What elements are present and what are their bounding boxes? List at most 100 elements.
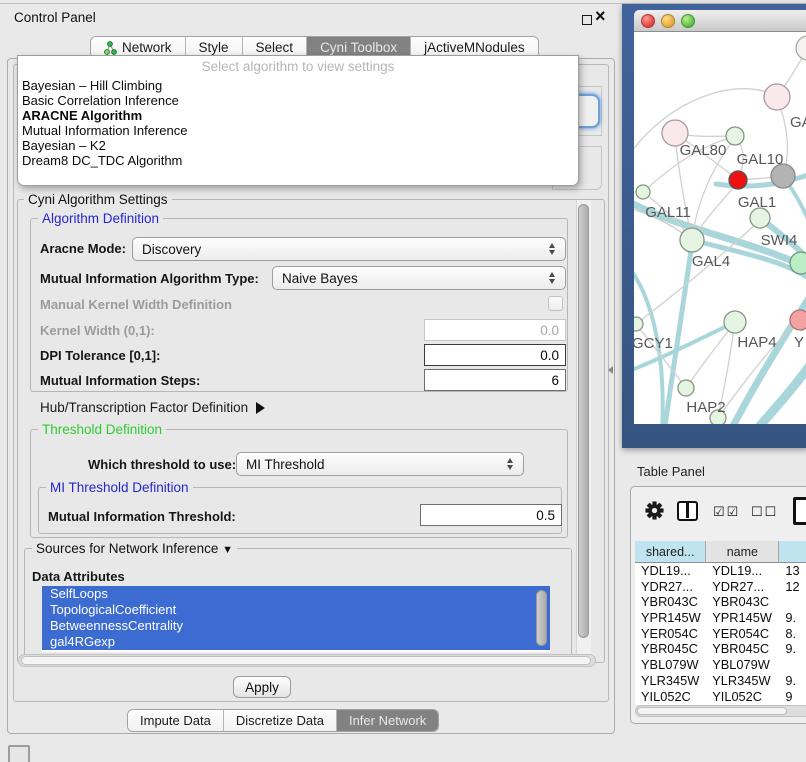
table-cell: YIL052C <box>706 689 779 705</box>
table-row[interactable]: YIL052CYIL052C9 <box>635 689 806 705</box>
collapsed-panel-icon[interactable] <box>8 745 30 762</box>
table-row[interactable]: YER054CYER054C8. <box>635 626 806 642</box>
table-row[interactable]: YBR045CYBR045C9. <box>635 641 806 657</box>
tab-label: Style <box>199 40 229 55</box>
network-window-titlebar[interactable] <box>634 10 806 32</box>
attribute-item-selfloops[interactable]: SelfLoops <box>42 586 550 602</box>
network-canvas[interactable]: GALGAL80GAL10GAL1GAL11SWI4GAL4GCY1HAP4YH… <box>634 32 806 424</box>
cyni-settings-group-title: Cyni Algorithm Settings <box>24 192 172 207</box>
hub-definition-section[interactable]: Hub/Transcription Factor Definition <box>40 400 265 415</box>
table-row[interactable]: YDL19...YDL19...13 <box>635 563 806 579</box>
column-header-shared[interactable]: shared... <box>635 541 706 563</box>
manual-kernel-width-checkbox[interactable] <box>548 296 563 311</box>
node-label-gal1: GAL1 <box>738 194 776 211</box>
node-label-gal80: GAL80 <box>680 142 727 159</box>
dpi-tolerance-field[interactable]: 0.0 <box>424 344 566 366</box>
swi4-node[interactable] <box>790 252 806 274</box>
tab-label: Network <box>122 40 172 55</box>
stepper-arrows-icon <box>502 458 518 470</box>
table-cell: YLR345W <box>635 673 706 689</box>
dpi-tolerance-label: DPI Tolerance [0,1]: <box>40 348 160 363</box>
aracne-mode-label: Aracne Mode: <box>40 241 126 256</box>
settings-horizontal-scrollbar-thumb[interactable] <box>21 656 591 665</box>
mi-algorithm-type-combobox[interactable]: Naive Bayes <box>272 266 566 290</box>
menu-item-bayesian-k2[interactable]: Bayesian – K2 <box>18 138 578 153</box>
which-threshold-label: Which threshold to use: <box>88 457 236 472</box>
table-cell: YBR045C <box>706 641 779 657</box>
kernel-width-field: 0.0 <box>424 319 566 341</box>
attributes-scrollbar-thumb[interactable] <box>536 590 547 646</box>
expand-right-icon[interactable] <box>256 402 265 414</box>
hide-columns-icon[interactable]: ☐☐ <box>751 504 778 520</box>
mi-algorithm-type-label: Mutual Information Algorithm Type: <box>40 271 259 286</box>
sources-group-title[interactable]: Sources for Network Inference ▼ <box>32 541 237 556</box>
node-label-gal4: GAL4 <box>692 253 730 270</box>
menu-item-mutual-information-inference[interactable]: Mutual Information Inference <box>18 123 578 138</box>
settings-vertical-scrollbar-thumb[interactable] <box>578 204 589 638</box>
close-traffic-light-icon[interactable] <box>641 14 655 28</box>
zoom-traffic-light-icon[interactable] <box>681 14 695 28</box>
split-table-icon[interactable] <box>677 501 698 521</box>
tab-infer-network[interactable]: Infer Network <box>336 710 438 731</box>
table-cell: YBR043C <box>635 594 706 610</box>
salmon-node[interactable] <box>790 310 806 330</box>
table-cell: YBL079W <box>706 657 779 673</box>
attribute-item-topologicalcoefficient[interactable]: TopologicalCoefficient <box>42 602 550 618</box>
table-body: YDL19...YDL19...13YDR27...YDR27...12YBR0… <box>635 563 806 705</box>
gcy1-node[interactable] <box>634 317 643 331</box>
table-row[interactable]: YLR345WYLR345W9. <box>635 673 806 689</box>
column-header-2[interactable] <box>779 541 806 563</box>
edge-top-node[interactable] <box>796 36 806 60</box>
table-row[interactable]: YBL079WYBL079W <box>635 657 806 673</box>
panel-collapse-arrow-icon[interactable] <box>608 366 613 374</box>
apply-button[interactable]: Apply <box>233 676 291 698</box>
menu-item-bayesian-hill-climbing[interactable]: Bayesian – Hill Climbing <box>18 78 578 93</box>
table-cell: YLR345W <box>706 673 779 689</box>
attribute-item-gal4rgexp[interactable]: gal4RGexp <box>42 634 550 650</box>
table-row[interactable]: YDR27...YDR27...12 <box>635 579 806 595</box>
hap2-node[interactable] <box>678 380 694 396</box>
hub-definition-label: Hub/Transcription Factor Definition <box>40 400 248 415</box>
aracne-mode-combobox[interactable]: Discovery <box>132 237 566 261</box>
tab-impute-data[interactable]: Impute Data <box>128 710 223 731</box>
menu-item-aracne-algorithm[interactable]: ARACNE Algorithm <box>18 108 578 123</box>
mi-algorithm-type-value: Naive Bayes <box>282 271 358 286</box>
table-row[interactable]: YBR043CYBR043C <box>635 594 806 610</box>
gal1-node[interactable] <box>750 208 770 228</box>
close-icon[interactable]: × <box>595 6 606 26</box>
data-attributes-label: Data Attributes <box>32 569 125 584</box>
gal10-node[interactable] <box>726 127 744 145</box>
stepper-arrows-icon <box>544 272 560 284</box>
menu-item-basic-correlation-inference[interactable]: Basic Correlation Inference <box>18 93 578 108</box>
document-icon[interactable] <box>793 497 806 525</box>
table-cell: YDL19... <box>706 563 779 579</box>
which-threshold-combobox[interactable]: MI Threshold <box>236 452 524 476</box>
show-columns-icon[interactable]: ☑☑ <box>713 504 740 520</box>
pink-node-upper[interactable] <box>764 84 790 110</box>
network-edge <box>732 290 806 424</box>
float-window-icon[interactable] <box>582 15 592 25</box>
network-graph: GALGAL80GAL10GAL1GAL11SWI4GAL4GCY1HAP4YH… <box>634 32 806 424</box>
column-header-name[interactable]: name <box>706 541 779 563</box>
threshold-definition-title: Threshold Definition <box>38 422 166 437</box>
collapse-down-icon[interactable]: ▼ <box>222 544 233 556</box>
table-cell: YDR27... <box>706 579 779 595</box>
attribute-item-betweennesscentrality[interactable]: BetweennessCentrality <box>42 618 550 634</box>
tab-label: Impute Data <box>140 713 211 728</box>
mi-steps-field[interactable]: 6 <box>424 369 566 391</box>
table-row[interactable]: YPR145WYPR145W9. <box>635 610 806 626</box>
table-cell: 9. <box>779 641 806 657</box>
gal11-node[interactable] <box>636 185 650 199</box>
red-node[interactable] <box>729 171 747 189</box>
mi-threshold-field[interactable]: 0.5 <box>420 504 562 526</box>
gear-icon[interactable] <box>645 501 664 523</box>
hap4-node[interactable] <box>724 311 746 333</box>
table-cell <box>779 657 806 673</box>
tab-discretize-data[interactable]: Discretize Data <box>223 710 336 731</box>
minimize-traffic-light-icon[interactable] <box>661 14 675 28</box>
menu-item-dream8-dc-tdc-algorithm[interactable]: Dream8 DC_TDC Algorithm <box>18 153 578 168</box>
node-label-hap2: HAP2 <box>686 399 725 416</box>
table-horizontal-scrollbar-thumb[interactable] <box>637 707 787 715</box>
gal4-node[interactable] <box>680 228 704 252</box>
algorithm-dropdown-popup: Select algorithm to view settings Bayesi… <box>17 55 579 186</box>
